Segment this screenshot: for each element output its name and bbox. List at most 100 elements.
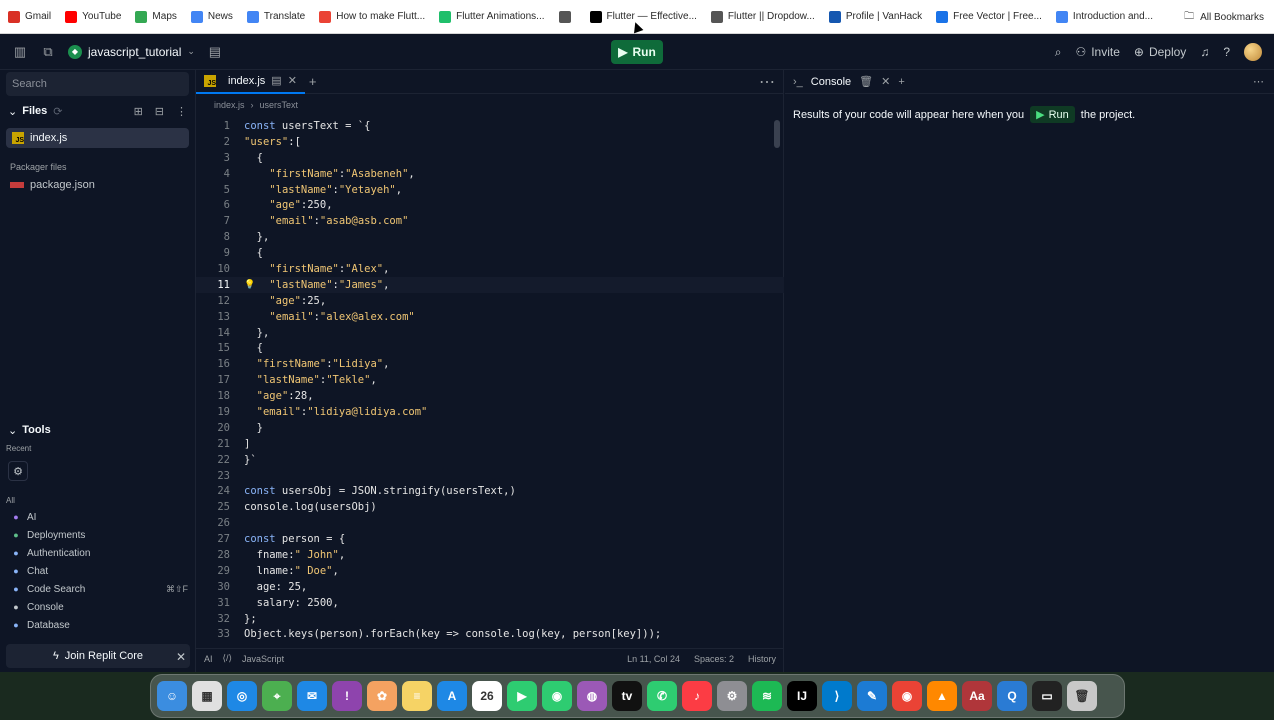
code-line[interactable]: 2 "users":[ (196, 134, 784, 150)
code-line[interactable]: 4 "firstName":"Asabeneh", (196, 166, 784, 182)
code-line[interactable]: 18 "age":28, (196, 388, 784, 404)
trash-icon[interactable]: 🗑 (859, 75, 873, 88)
layout-icon[interactable]: ▤ (207, 44, 223, 60)
code-line[interactable]: 16 "firstName":"Lidiya", (196, 356, 784, 372)
dock-mail-icon[interactable]: ✉ (297, 681, 327, 711)
dock-podcasts-icon[interactable]: ◍ (577, 681, 607, 711)
bookmark-item[interactable]: Maps (135, 10, 177, 23)
dock-maps-icon[interactable]: ⌖ (262, 681, 292, 711)
code-line[interactable]: 9 { (196, 245, 784, 261)
dock-safari-icon[interactable]: ◎ (227, 681, 257, 711)
dock-trash-icon[interactable]: 🗑 (1067, 681, 1097, 711)
bookmark-item[interactable]: Flutter || Dropdow... (710, 10, 815, 23)
tools-header[interactable]: ⌄ Tools (0, 420, 196, 440)
more-icon[interactable]: ⋯ (759, 72, 775, 92)
code-line[interactable]: 24 const usersObj = JSON.stringify(usersT… (196, 483, 784, 499)
code-line[interactable]: 3 { (196, 150, 784, 166)
workspace-menu-icon[interactable]: ⧉ (40, 44, 56, 60)
more-icon[interactable]: ⋮ (176, 105, 187, 118)
code-line[interactable]: 7 "email":"asab@asb.com" (196, 213, 784, 229)
code-line[interactable]: 20 } (196, 420, 784, 436)
tool-item-authentication[interactable]: ● Authentication (0, 544, 196, 562)
bookmark-item[interactable]: Flutter Animations... (439, 10, 545, 23)
bookmark-item[interactable]: YouTube (65, 10, 121, 23)
deploy-button[interactable]: ⊕ Deploy (1134, 45, 1186, 59)
code-line[interactable]: 26 (196, 515, 784, 531)
code-line[interactable]: 19 "email":"lidiya@lidiya.com" (196, 404, 784, 420)
sidebar-toggle-icon[interactable]: ▥ (12, 44, 28, 60)
code-line[interactable]: 6 "age":250, (196, 197, 784, 213)
scrollbar[interactable] (774, 120, 780, 148)
tool-item-console[interactable]: ● Console (0, 598, 196, 616)
breadcrumb-file[interactable]: index.js (214, 100, 245, 110)
dock-stack-icon[interactable]: ▭ (1032, 681, 1062, 711)
tool-item-deployments[interactable]: ● Deployments (0, 526, 196, 544)
search-icon[interactable]: ⌕ (1055, 45, 1062, 60)
dock-apple-tv-icon[interactable]: tv (612, 681, 642, 711)
dock-quicktime-icon[interactable]: Q (997, 681, 1027, 711)
breadcrumb-symbol[interactable]: usersText (260, 100, 299, 110)
history-button[interactable]: History (748, 654, 776, 664)
code-line[interactable]: 21] (196, 436, 784, 452)
cursor-position[interactable]: Ln 11, Col 24 (627, 654, 680, 664)
code-line[interactable]: 32}; (196, 611, 784, 627)
bell-icon[interactable]: ♫ (1200, 45, 1209, 59)
new-file-icon[interactable]: ⊞ (134, 105, 143, 118)
more-icon[interactable]: ⋯ (1253, 75, 1264, 88)
console-run-button[interactable]: ▶ Run (1030, 106, 1075, 123)
dock-intellij-icon[interactable]: IJ (787, 681, 817, 711)
code-line[interactable]: 10 "firstName":"Alex", (196, 261, 784, 277)
code-line[interactable]: 14 }, (196, 325, 784, 341)
dock-chrome-icon[interactable]: ◉ (892, 681, 922, 711)
bookmark-item[interactable]: Profile | VanHack (828, 10, 922, 23)
code-line[interactable]: 11 "lastName":"James", 💡 (196, 276, 784, 293)
dock-spotify-icon[interactable]: ≋ (752, 681, 782, 711)
code-line[interactable]: 5 "lastName":"Yetayeh", (196, 182, 784, 198)
dock-find-my-icon[interactable]: ◉ (542, 681, 572, 711)
code-line[interactable]: 28 fname:" John", (196, 547, 784, 563)
code-line[interactable]: 15 { (196, 340, 784, 356)
close-icon[interactable]: ✕ (288, 74, 297, 87)
dock-notes-icon[interactable]: ≡ (402, 681, 432, 711)
close-icon[interactable]: ✕ (881, 75, 890, 88)
dock-vscode-icon[interactable]: ⟩ (822, 681, 852, 711)
dock-finder-icon[interactable]: ☺ (157, 681, 187, 711)
dock-music-icon[interactable]: ♪ (682, 681, 712, 711)
dock-launchpad-icon[interactable]: ▦ (192, 681, 222, 711)
all-bookmarks-button[interactable]: 🗀 All Bookmarks (1184, 0, 1264, 34)
dock-dictionary-icon[interactable]: Aa (962, 681, 992, 711)
tab-console[interactable]: Console (811, 76, 851, 88)
code-line[interactable]: 31 salary: 2500, (196, 595, 784, 611)
bookmark-item[interactable] (558, 10, 576, 23)
file-item-package-json[interactable]: package.json (0, 176, 195, 194)
dock-app-store-icon[interactable]: A (437, 681, 467, 711)
tool-item-code-search[interactable]: ● Code Search ⌘⇧F (0, 580, 196, 598)
code-line[interactable]: 8 }, (196, 229, 784, 245)
bookmark-item[interactable]: How to make Flutt... (319, 10, 425, 23)
dock-vlc-icon[interactable]: ▲ (927, 681, 957, 711)
file-item-index-js[interactable]: JS index.js (6, 128, 189, 148)
tab-index-js[interactable]: JS index.js ▤ ✕ (196, 70, 305, 94)
new-tab-icon[interactable]: + (309, 74, 317, 89)
dock-facetime-icon[interactable]: ▶ (507, 681, 537, 711)
help-icon[interactable]: ? (1223, 45, 1230, 59)
new-tab-icon[interactable]: + (898, 76, 904, 88)
dock-podcasts-alt-icon[interactable]: ! (332, 681, 362, 711)
dock-system-settings-icon[interactable]: ⚙ (717, 681, 747, 711)
files-header[interactable]: ⌄ Files ⟳ ⊞ ⊟ ⋮ (0, 98, 195, 124)
invite-button[interactable]: ⚇ Invite (1075, 45, 1119, 59)
code-line[interactable]: 12 "age":25, (196, 293, 784, 309)
bookmark-item[interactable]: Gmail (8, 10, 51, 23)
lightbulb-icon[interactable]: 💡 (244, 280, 255, 290)
dock-calendar-icon[interactable]: 26 (472, 681, 502, 711)
spaces-setting[interactable]: Spaces: 2 (694, 654, 734, 664)
join-replit-core-button[interactable]: ϟ Join Replit Core (6, 644, 190, 668)
run-button[interactable]: ▶ Run (611, 40, 663, 64)
code-line[interactable]: 33 Object.keys(person).forEach(key => con… (196, 627, 784, 643)
split-icon[interactable]: ▤ (271, 74, 281, 87)
code-line[interactable]: 22}` (196, 452, 784, 468)
code-line[interactable]: 23 (196, 468, 784, 484)
bookmark-item[interactable]: Translate (246, 10, 305, 23)
bookmark-item[interactable]: Introduction and... (1055, 10, 1153, 23)
tool-item-database[interactable]: ● Database (0, 616, 196, 634)
